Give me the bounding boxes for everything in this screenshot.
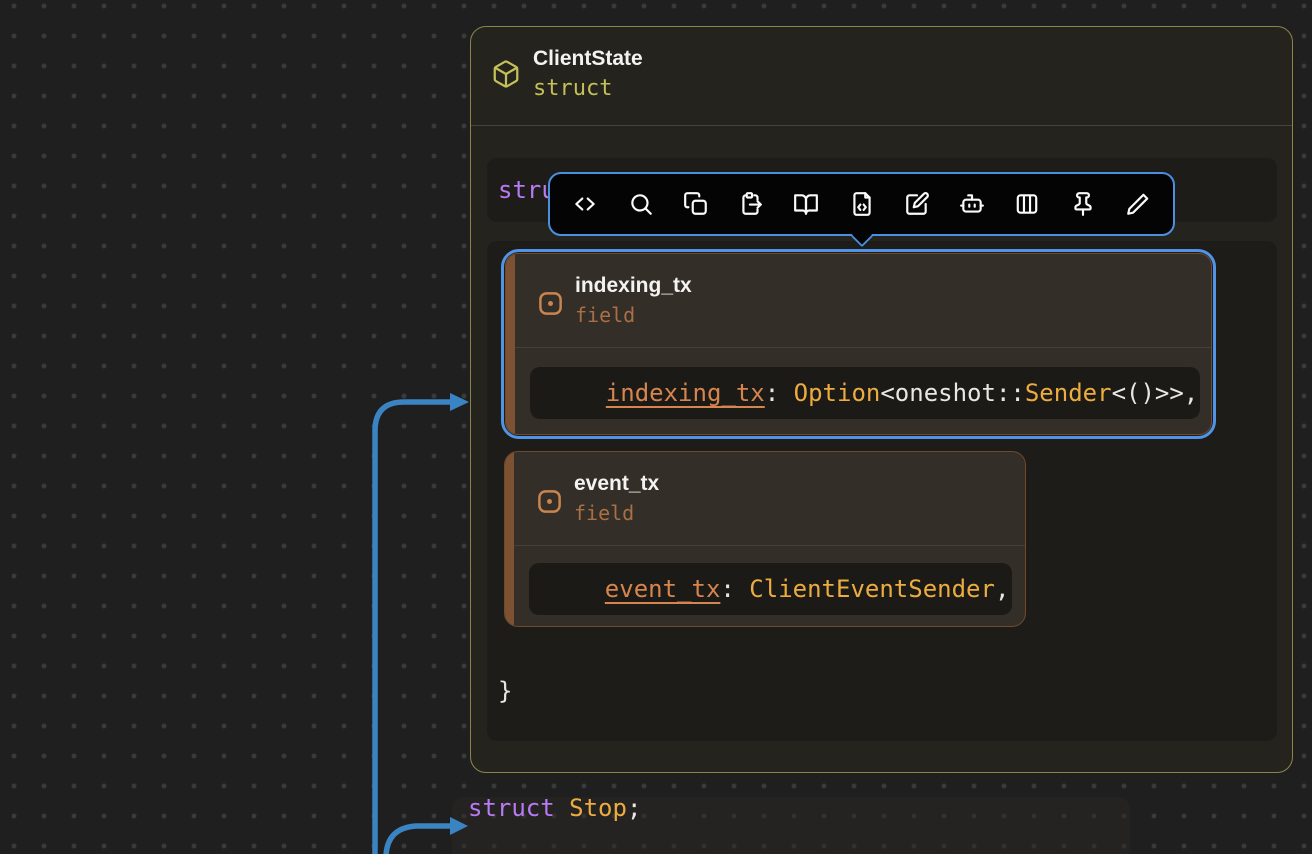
columns-icon — [1014, 191, 1040, 217]
book-open-icon — [793, 191, 819, 217]
field-code-block[interactable]: event_tx: ClientEventSender, — [529, 563, 1012, 615]
field-divider — [515, 347, 1211, 348]
file-code-button[interactable] — [842, 184, 882, 224]
square-pen-icon — [904, 191, 930, 217]
node-kind-label: struct — [533, 76, 612, 101]
bot-icon — [959, 191, 985, 217]
clipboard-share-button[interactable] — [731, 184, 771, 224]
field-name: indexing_tx — [575, 274, 692, 298]
box-icon — [491, 59, 521, 89]
node-title: ClientState — [533, 47, 643, 71]
field-square-dot-icon — [537, 290, 564, 317]
copy-icon — [683, 191, 709, 217]
book-open-button[interactable] — [786, 184, 826, 224]
columns-button[interactable] — [1007, 184, 1047, 224]
edge-to-indexing-tx — [375, 393, 469, 854]
field-accent-strip — [505, 452, 514, 626]
clipboard-share-icon — [738, 191, 764, 217]
field-card-event-tx[interactable]: event_tx field event_tx: ClientEventSend… — [504, 451, 1026, 627]
field-kind-label: field — [574, 501, 634, 525]
field-name: event_tx — [574, 472, 659, 496]
search-icon — [628, 191, 654, 217]
struct-close-line-block[interactable]: } — [487, 663, 1277, 741]
pin-button[interactable] — [1063, 184, 1103, 224]
selected-field-outline: indexing_tx field indexing_tx: Option<on… — [501, 249, 1216, 439]
field-divider — [514, 545, 1025, 546]
pencil-button[interactable] — [1118, 184, 1158, 224]
clientstate-node-card[interactable]: ClientState struct struct ClientState { … — [470, 26, 1293, 773]
bot-button[interactable] — [952, 184, 992, 224]
node-header[interactable]: ClientState struct — [471, 27, 1292, 126]
copy-button[interactable] — [676, 184, 716, 224]
field-card-indexing-tx[interactable]: indexing_tx field indexing_tx: Option<on… — [505, 253, 1212, 435]
search-button[interactable] — [621, 184, 661, 224]
field-kind-label: field — [575, 303, 635, 327]
code-button[interactable] — [565, 184, 605, 224]
field-code-block[interactable]: indexing_tx: Option<oneshot::Sender<()>>… — [530, 367, 1200, 419]
code-icon — [572, 191, 598, 217]
node-toolbar — [548, 172, 1175, 236]
field-code-line: indexing_tx: Option<oneshot::Sender<()>>… — [548, 367, 1182, 419]
arrowhead-icon — [450, 393, 469, 411]
stop-struct-code[interactable]: struct Stop; — [468, 793, 641, 823]
file-code-icon — [849, 191, 875, 217]
pencil-icon — [1125, 191, 1151, 217]
pin-icon — [1070, 191, 1096, 217]
struct-close-line: } — [487, 663, 1277, 713]
field-accent-strip — [506, 254, 515, 434]
field-code-line: event_tx: ClientEventSender, — [547, 563, 994, 615]
field-square-dot-icon — [536, 488, 563, 515]
square-pen-button[interactable] — [897, 184, 937, 224]
